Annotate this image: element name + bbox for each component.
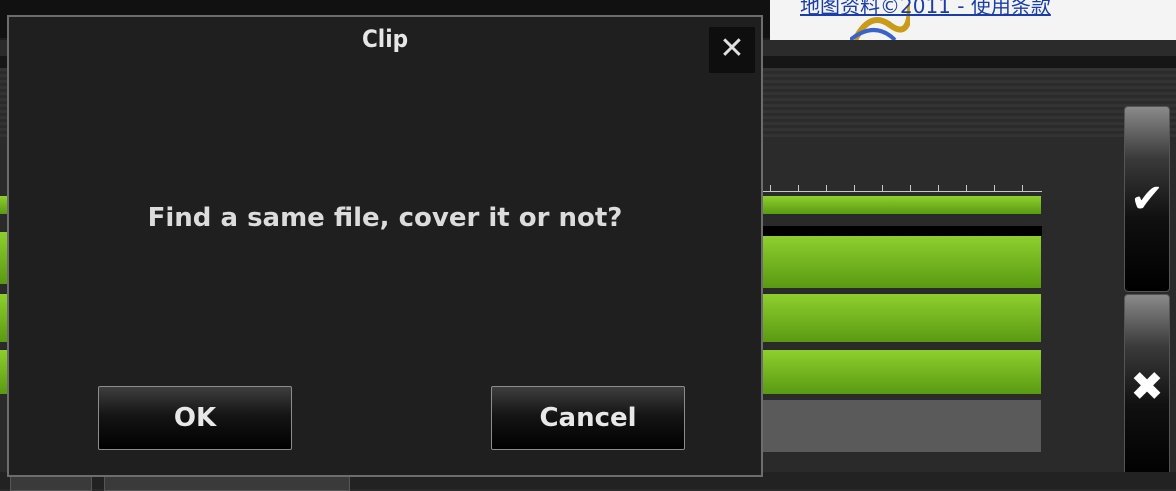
ruler-tick: [826, 185, 827, 191]
checkmark-icon: ✔: [1130, 176, 1164, 222]
close-icon: ✕: [719, 31, 745, 66]
track-separator: [760, 226, 1042, 236]
timeline-empty-track: [760, 400, 1041, 452]
ruler-tick: [966, 185, 967, 191]
ruler-tick: [910, 185, 911, 191]
ruler-tick: [770, 185, 771, 191]
timeline-track[interactable]: [760, 294, 1041, 342]
ruler-tick: [1022, 185, 1023, 191]
timeline-track[interactable]: [760, 236, 1041, 288]
ok-button[interactable]: OK: [98, 386, 292, 450]
dialog-title: Clip: [361, 25, 409, 53]
cancel-button[interactable]: Cancel: [491, 386, 685, 450]
cancel-button-label: Cancel: [539, 403, 637, 433]
confirm-button[interactable]: ✔: [1124, 106, 1170, 292]
ruler-tick: [938, 185, 939, 191]
ruler-tick: [882, 185, 883, 191]
timeline-area: [760, 100, 1060, 460]
dialog-message: Find a same file, cover it or not?: [147, 203, 623, 233]
timeline-track[interactable]: [760, 196, 1041, 214]
ok-button-label: OK: [173, 403, 217, 433]
timeline-track[interactable]: [760, 350, 1041, 394]
ruler-tick: [994, 185, 995, 191]
background-web-page: 地图资料©2011 - 使用条款: [770, 0, 1176, 42]
ruler-tick: [854, 185, 855, 191]
map-copyright-link[interactable]: 地图资料©2011 - 使用条款: [800, 0, 1051, 19]
cross-icon: ✖: [1130, 364, 1164, 410]
timeline-ruler: [760, 183, 1042, 192]
clip-dialog: Clip ✕ Find a same file, cover it or not…: [7, 15, 763, 477]
reject-button[interactable]: ✖: [1124, 294, 1170, 480]
close-button[interactable]: ✕: [709, 27, 755, 73]
ruler-tick: [798, 185, 799, 191]
